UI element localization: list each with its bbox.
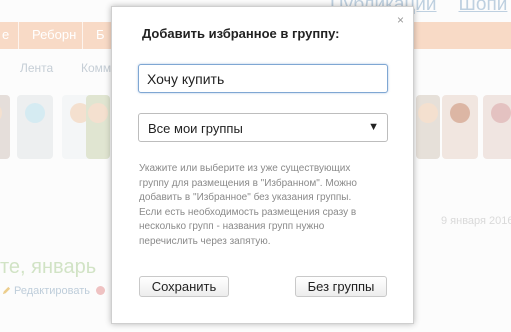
dialog-title: Добавить избранное в группу:	[142, 26, 340, 41]
help-line: Если есть необходимость размещения сразу…	[139, 206, 357, 218]
help-line: Укажите или выберите из уже существующих	[139, 163, 351, 174]
help-line: группу для размещения в "Избранном". Мож…	[139, 177, 357, 189]
help-text: Укажите или выберите из уже существующих…	[139, 162, 397, 250]
help-line: несколько групп - названия групп нужно	[139, 221, 325, 233]
save-button[interactable]: Сохранить	[139, 276, 229, 297]
group-name-input[interactable]	[138, 64, 388, 93]
add-favorite-to-group-dialog: × Добавить избранное в группу: Все мои г…	[111, 6, 414, 324]
no-group-button[interactable]: Без группы	[295, 276, 387, 297]
dropdown-arrow-icon: ▼	[368, 121, 379, 133]
help-line: добавить в "Избранное" без указания груп…	[139, 192, 352, 204]
close-icon[interactable]: ×	[397, 14, 404, 26]
group-select[interactable]: Все мои группы ▼	[138, 113, 388, 142]
help-line: перечислить через запятую.	[139, 235, 271, 247]
group-select-value: Все мои группы	[148, 121, 243, 136]
